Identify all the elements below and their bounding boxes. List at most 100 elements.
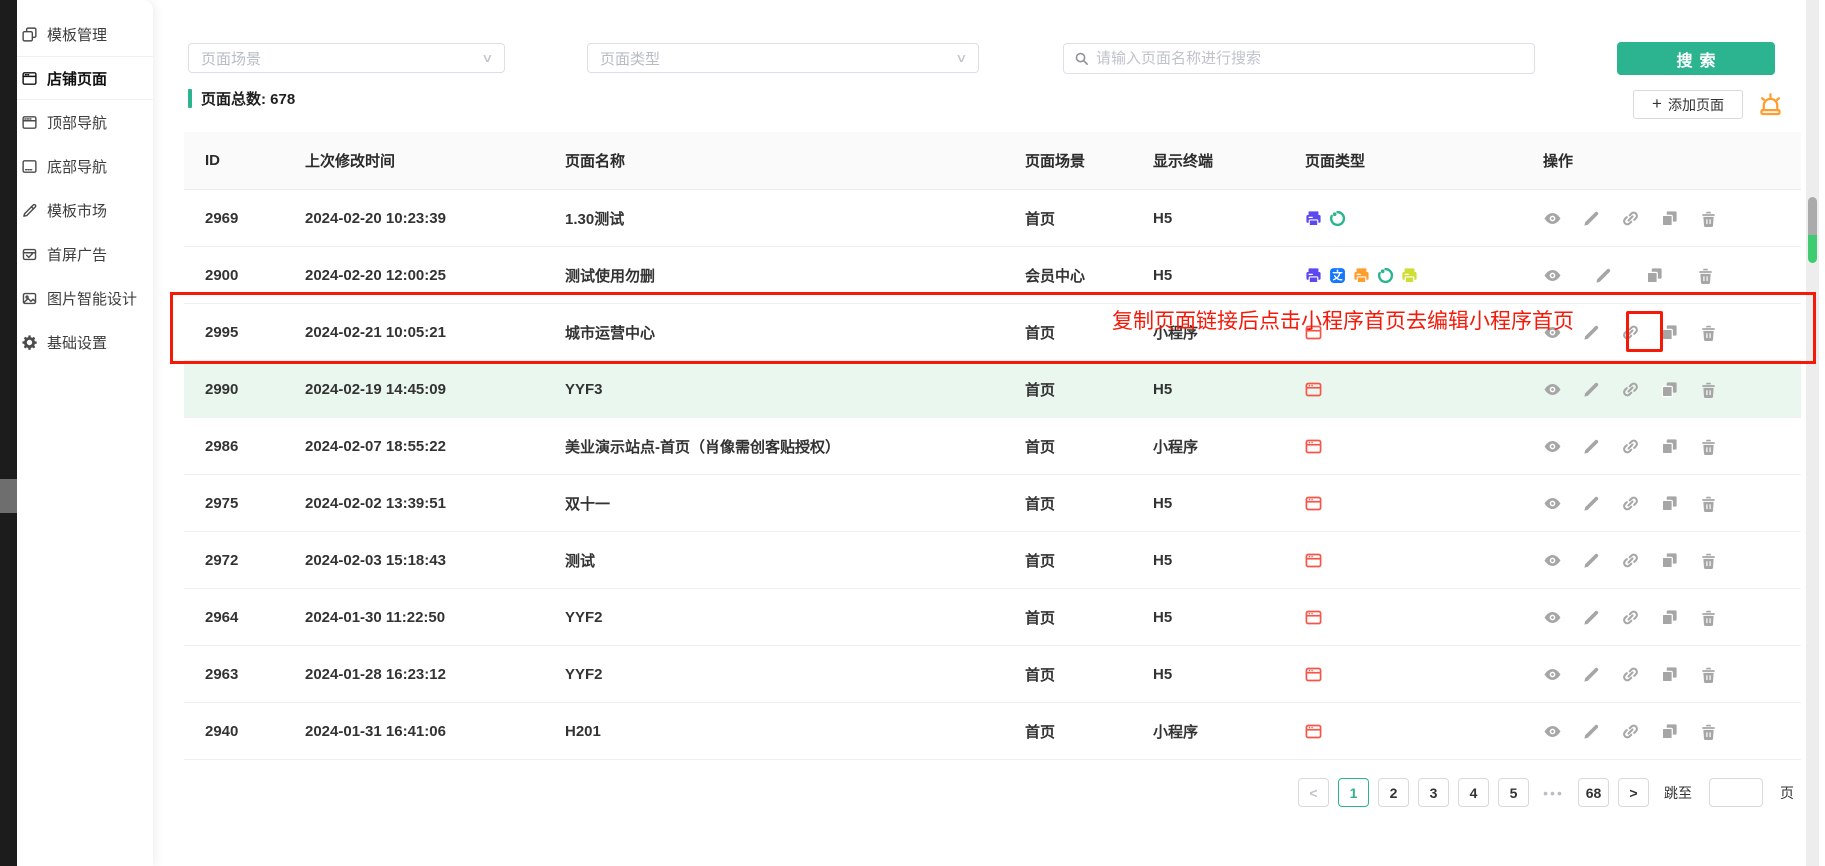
edit-icon[interactable] — [1582, 608, 1601, 627]
row-actions — [1529, 323, 1801, 342]
link-icon[interactable] — [1621, 323, 1640, 342]
sidebar-item-label: 模板管理 — [47, 24, 107, 45]
edit-icon[interactable] — [1582, 665, 1601, 684]
delete-icon[interactable] — [1699, 494, 1718, 513]
scrollbar-track[interactable] — [1806, 0, 1819, 866]
window-red-icon — [1305, 324, 1322, 341]
view-icon[interactable] — [1543, 380, 1562, 399]
row-terminal: 小程序 — [1132, 436, 1284, 457]
add-page-button[interactable]: + 添加页面 — [1633, 90, 1743, 119]
jump-to-label: 跳至 — [1664, 783, 1692, 803]
delete-icon[interactable] — [1699, 722, 1718, 741]
delete-icon[interactable] — [1699, 551, 1718, 570]
scrollbar-thumb-green[interactable] — [1808, 235, 1817, 263]
edit-icon[interactable] — [1582, 209, 1601, 228]
edit-icon[interactable] — [1582, 722, 1601, 741]
copy-icon[interactable] — [1645, 266, 1664, 285]
page-type-select[interactable]: 页面类型 ∨ — [587, 43, 979, 73]
column-header: 操作 — [1529, 150, 1801, 171]
link-icon[interactable] — [1621, 209, 1640, 228]
delete-icon[interactable] — [1699, 209, 1718, 228]
alarm-icon[interactable] — [1757, 91, 1784, 118]
view-icon[interactable] — [1543, 551, 1562, 570]
row-scene: 首页 — [1004, 721, 1132, 742]
link-icon[interactable] — [1621, 494, 1640, 513]
column-header: ID — [184, 152, 284, 169]
row-terminal: H5 — [1132, 381, 1284, 398]
edit-icon[interactable] — [1582, 551, 1601, 570]
edit-icon[interactable] — [1582, 437, 1601, 456]
sidebar-item-market[interactable]: 模板市场 — [17, 188, 153, 232]
search-button[interactable]: 搜索 — [1617, 42, 1775, 75]
row-actions — [1529, 266, 1801, 285]
page-button-68[interactable]: 68 — [1578, 778, 1609, 807]
row-name: YYF2 — [544, 666, 1004, 683]
view-icon[interactable] — [1543, 722, 1562, 741]
delete-icon[interactable] — [1699, 323, 1718, 342]
view-icon[interactable] — [1543, 494, 1562, 513]
table-row-2940: 29402024-01-31 16:41:06H201首页小程序 — [184, 703, 1801, 760]
copy-icon[interactable] — [1660, 608, 1679, 627]
page-scene-select[interactable]: 页面场景 ∨ — [188, 43, 505, 73]
delete-icon[interactable] — [1699, 608, 1718, 627]
view-icon[interactable] — [1543, 323, 1562, 342]
delete-icon[interactable] — [1699, 380, 1718, 399]
row-terminal: H5 — [1132, 495, 1284, 512]
copy-icon[interactable] — [1660, 437, 1679, 456]
edit-icon[interactable] — [1582, 494, 1601, 513]
copy-icon[interactable] — [1660, 209, 1679, 228]
page-button-5[interactable]: 5 — [1498, 778, 1529, 807]
page-button-3[interactable]: 3 — [1418, 778, 1449, 807]
page-button-4[interactable]: 4 — [1458, 778, 1489, 807]
edit-icon[interactable] — [1582, 323, 1601, 342]
view-icon[interactable] — [1543, 209, 1562, 228]
prev-page-button[interactable]: < — [1298, 778, 1329, 807]
copy-icon[interactable] — [1660, 380, 1679, 399]
copy-icon[interactable] — [1660, 494, 1679, 513]
sidebar-item-template[interactable]: 模板管理 — [17, 12, 153, 56]
delete-icon[interactable] — [1699, 665, 1718, 684]
sidebar-item-settings[interactable]: 基础设置 — [17, 320, 153, 364]
edit-icon[interactable] — [1594, 266, 1613, 285]
link-icon[interactable] — [1621, 437, 1640, 456]
copy-icon[interactable] — [1660, 323, 1679, 342]
sidebar-item-ad[interactable]: 首屏广告 — [17, 232, 153, 276]
link-icon[interactable] — [1621, 608, 1640, 627]
search-input[interactable] — [1096, 50, 1524, 67]
row-type-icons — [1284, 267, 1529, 284]
link-icon[interactable] — [1621, 551, 1640, 570]
view-icon[interactable] — [1543, 437, 1562, 456]
page-button-2[interactable]: 2 — [1378, 778, 1409, 807]
page-total: 页面总数: 678 — [188, 88, 295, 109]
sidebar-item-shop-page[interactable]: 店铺页面 — [17, 56, 153, 100]
table-row-2995: 29952024-02-21 10:05:21城市运营中心首页小程序 — [184, 304, 1801, 361]
view-icon[interactable] — [1543, 608, 1562, 627]
copy-icon[interactable] — [1660, 665, 1679, 684]
row-actions — [1529, 608, 1801, 627]
row-time: 2024-02-21 10:05:21 — [284, 324, 544, 341]
printer-purple-icon — [1305, 267, 1322, 284]
delete-icon[interactable] — [1696, 266, 1715, 285]
view-icon[interactable] — [1543, 266, 1562, 285]
row-time: 2024-02-19 14:45:09 — [284, 381, 544, 398]
scrollbar-thumb[interactable] — [1808, 197, 1817, 237]
edit-icon[interactable] — [1582, 380, 1601, 399]
copy-icon[interactable] — [1660, 722, 1679, 741]
sidebar-item-bottom-nav[interactable]: 底部导航 — [17, 144, 153, 188]
next-page-button[interactable]: > — [1618, 778, 1649, 807]
link-icon[interactable] — [1621, 722, 1640, 741]
row-id: 2964 — [184, 609, 284, 626]
sidebar-item-design[interactable]: 图片智能设计 — [17, 276, 153, 320]
row-actions — [1529, 380, 1801, 399]
jump-page-input[interactable] — [1709, 778, 1763, 807]
delete-icon[interactable] — [1699, 437, 1718, 456]
link-icon[interactable] — [1621, 665, 1640, 684]
sidebar-item-top-nav[interactable]: 顶部导航 — [17, 100, 153, 144]
view-icon[interactable] — [1543, 665, 1562, 684]
page-button-1[interactable]: 1 — [1338, 778, 1369, 807]
copy-icon[interactable] — [1660, 551, 1679, 570]
row-scene: 首页 — [1004, 208, 1132, 229]
top-nav-icon — [21, 114, 38, 131]
link-icon[interactable] — [1621, 380, 1640, 399]
table-body: 29692024-02-20 10:23:391.30测试首页H52900202… — [184, 190, 1801, 760]
